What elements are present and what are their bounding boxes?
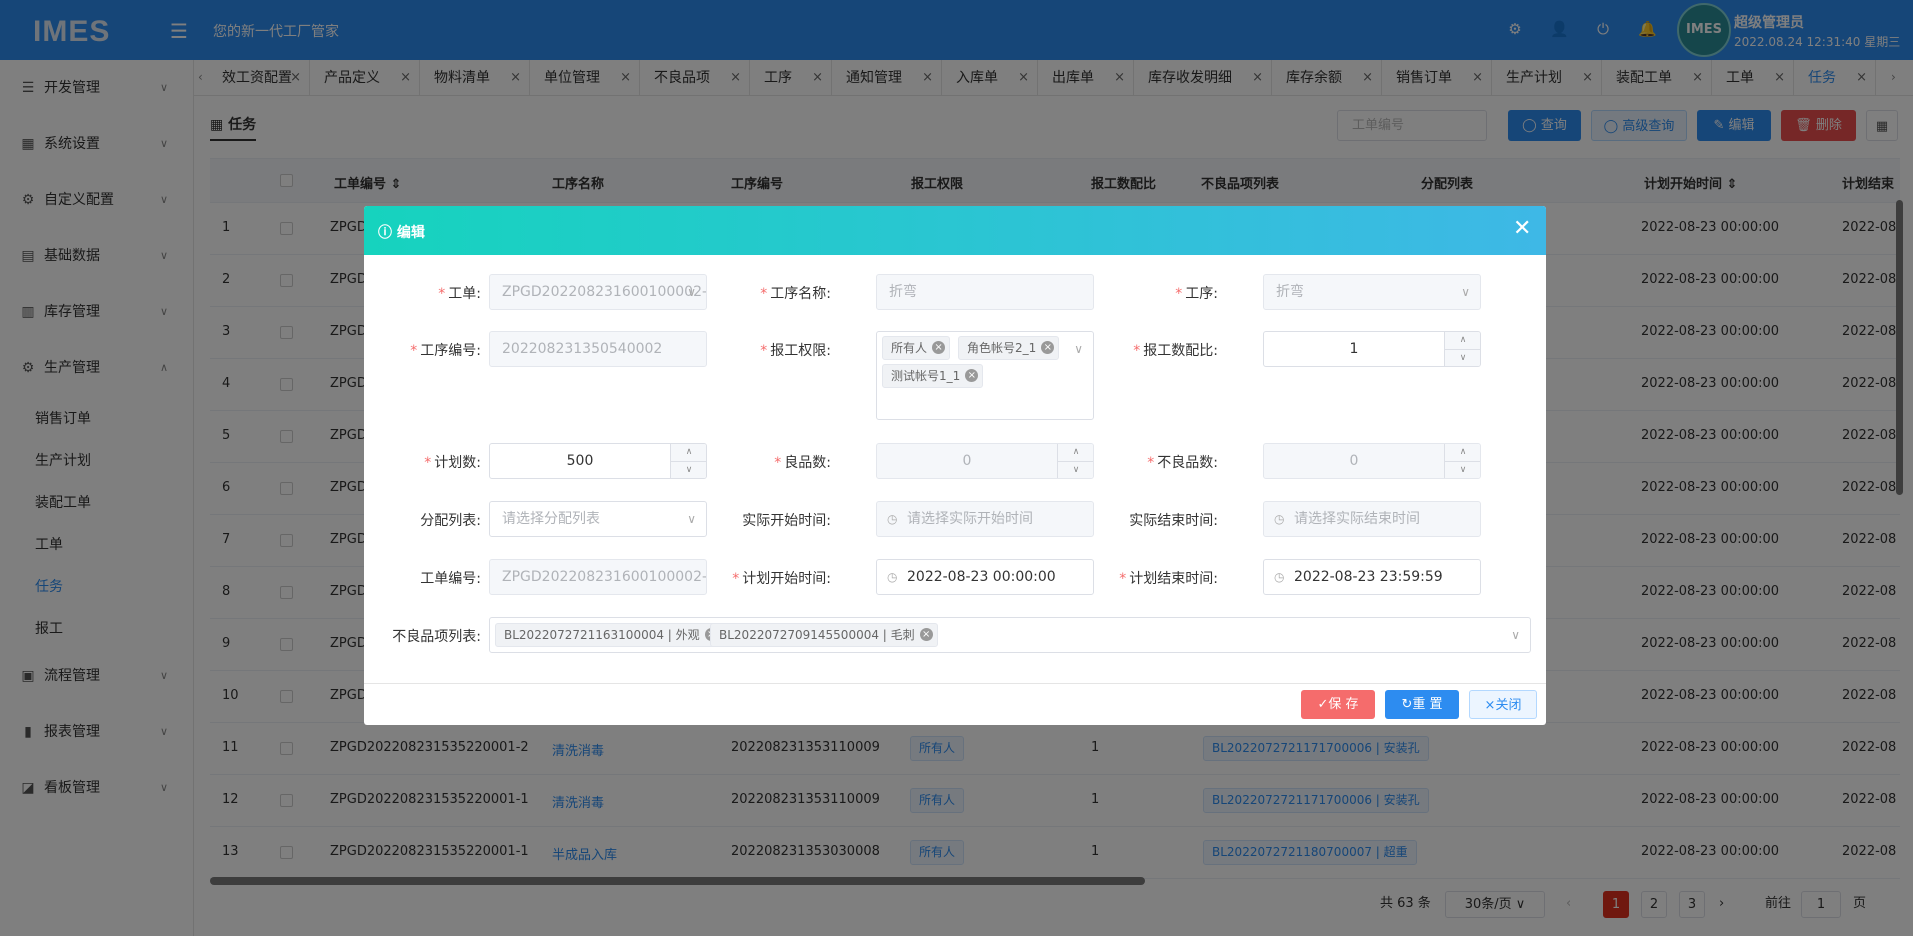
label-bad-qty: * 不良品数: [1147, 455, 1218, 471]
stepper-down-icon: ∨ [1445, 461, 1480, 478]
label-proc-no: * 工序编号: [410, 343, 481, 359]
bad-qty-stepper[interactable]: 0 ∧ ∨ [1263, 443, 1481, 479]
defect-chip[interactable]: BL2022072721163100004 | 外观× [495, 623, 723, 647]
permission-chip[interactable]: 测试帐号1_1 × [882, 364, 984, 388]
chevron-down-icon: ∨ [1461, 285, 1470, 299]
label-assign: 分配列表: [420, 513, 481, 529]
chevron-down-icon: ∨ [1511, 628, 1520, 642]
chevron-down-icon: ∨ [1074, 342, 1083, 356]
plan-end-picker[interactable]: ◷ 2022-08-23 23:59:59 [1263, 559, 1481, 595]
chip-remove-icon: × [932, 341, 946, 354]
proc-select[interactable]: 折弯 ∨ [1263, 274, 1481, 310]
clock-icon: ◷ [1274, 570, 1285, 584]
chevron-down-icon: ∨ [687, 285, 696, 299]
permission-chip[interactable]: 所有人 × [882, 336, 951, 360]
stepper-down-icon: ∨ [1058, 461, 1093, 478]
chip-remove-icon: × [1041, 341, 1055, 354]
save-button[interactable]: ✓保 存 [1301, 690, 1375, 719]
clock-icon: ◷ [1274, 512, 1285, 526]
assign-select[interactable]: 请选择分配列表 ∨ [489, 501, 707, 537]
proc-name-input[interactable]: 折弯 [876, 274, 1094, 310]
good-qty-stepper[interactable]: 0 ∧ ∨ [876, 443, 1094, 479]
stepper-down-icon: ∨ [1445, 349, 1480, 366]
label-defects: 不良品项列表: [392, 629, 481, 645]
label-order-no: 工单编号: [420, 571, 481, 587]
label-plan-qty: * 计划数: [424, 455, 481, 471]
label-actual-end: 实际结束时间: [1129, 513, 1218, 529]
dialog-title: ⓘ 编辑 [378, 225, 425, 241]
label-plan-end: * 计划结束时间: [1119, 571, 1218, 587]
dialog-header: ⓘ 编辑 ✕ [364, 206, 1546, 255]
chip-remove-icon: × [919, 628, 933, 641]
label-permission: * 报工权限: [760, 343, 831, 359]
stepper-up-icon: ∧ [685, 447, 693, 457]
reset-button[interactable]: ↻重 置 [1385, 690, 1459, 719]
permission-chip[interactable]: 角色帐号2_1 × [958, 336, 1060, 360]
chip-remove-icon: × [965, 369, 979, 382]
stepper-up-icon: ∧ [1459, 335, 1467, 345]
label-good-qty: * 良品数: [774, 455, 831, 471]
stepper-down-icon: ∨ [671, 461, 706, 478]
actual-start-picker[interactable]: ◷ 请选择实际开始时间 [876, 501, 1094, 537]
label-ratio: * 报工数配比: [1133, 343, 1218, 359]
label-proc: * 工序: [1175, 286, 1218, 302]
edit-dialog: ⓘ 编辑 ✕ *工单: ZPGD202208231600100002-1|不锈∨… [364, 206, 1546, 725]
label-order: * 工单: [438, 286, 481, 302]
clock-icon: ◷ [887, 570, 898, 584]
stepper-up-icon: ∧ [1459, 447, 1467, 457]
chevron-down-icon: ∨ [687, 512, 696, 526]
proc-no-input[interactable]: 202208231350540002 [489, 331, 707, 367]
actual-end-picker[interactable]: ◷ 请选择实际结束时间 [1263, 501, 1481, 537]
label-plan-start: * 计划开始时间: [732, 571, 831, 587]
close-icon[interactable]: ✕ [1513, 216, 1531, 241]
close-button[interactable]: ×关闭 [1469, 690, 1537, 719]
plan-qty-stepper[interactable]: 500 ∧ ∨ [489, 443, 707, 479]
label-actual-start: 实际开始时间: [742, 513, 831, 529]
clock-icon: ◷ [887, 512, 898, 526]
order-no-input[interactable]: ZPGD202208231600100002-1 [489, 559, 707, 595]
plan-start-picker[interactable]: ◷ 2022-08-23 00:00:00 [876, 559, 1094, 595]
defect-chip[interactable]: BL2022072709145500004 | 毛刺 × [710, 623, 938, 647]
stepper-up-icon: ∧ [1072, 447, 1080, 457]
dialog-footer-divider [364, 683, 1546, 684]
order-select[interactable]: ZPGD202208231600100002-1|不锈∨ [489, 274, 707, 310]
ratio-stepper[interactable]: 1 ∧ ∨ [1263, 331, 1481, 367]
label-proc-name: * 工序名称: [760, 286, 831, 302]
